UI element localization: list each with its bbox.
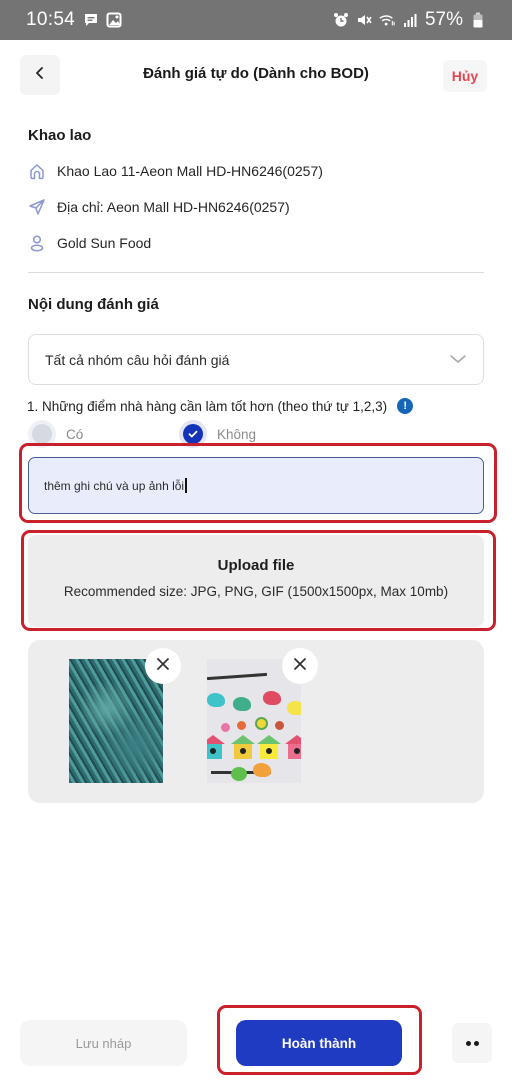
page-header: Đánh giá tự do (Dành cho BOD) Hủy [0,55,512,97]
close-icon [293,657,307,676]
store-name-row: Khao Lao 11-Aeon Mall HD-HN6246(0257) [27,161,323,181]
branch-shape [207,672,268,681]
birdhouse-shape [285,735,301,759]
home-icon [27,161,47,181]
radio-unchecked-icon[interactable] [32,424,52,444]
uploaded-images-gallery [28,640,484,803]
save-draft-button[interactable]: Lưu nháp [20,1020,187,1066]
flower-shape [275,721,284,730]
upload-file-area[interactable]: Upload file Recommended size: JPG, PNG, … [28,535,484,627]
note-input-value: thêm ghi chú và up ảnh lỗi [44,478,185,493]
question-group-value: Tất cả nhóm câu hỏi đánh giá [45,351,230,368]
store-name: Khao Lao 11-Aeon Mall HD-HN6246(0257) [57,163,323,179]
more-options-button[interactable] [452,1023,492,1063]
message-icon [83,12,99,28]
remove-image-button[interactable] [145,648,181,684]
question-1: 1. Những điểm nhà hàng cần làm tốt hơn (… [27,398,414,414]
upload-title: Upload file [217,557,295,574]
alarm-icon [333,12,349,28]
radio-label-yes: Có [66,426,84,442]
battery-icon [470,12,486,28]
store-company: Gold Sun Food [57,235,152,251]
radio-option-no[interactable]: Không [183,424,256,444]
signal-icon [402,12,418,28]
remove-image-button[interactable] [282,648,318,684]
note-input[interactable]: thêm ghi chú và up ảnh lỗi [28,457,484,514]
page-title: Đánh giá tự do (Dành cho BOD) [143,65,369,82]
more-dots-icon [465,1040,479,1046]
battery-percent: 57% [424,9,463,30]
bird-shape [263,691,281,705]
radio-option-yes[interactable]: Có [32,424,83,444]
complete-button[interactable]: Hoàn thành [236,1020,402,1066]
birdhouse-shape [257,735,281,759]
birdhouse-shape [207,735,225,759]
section-divider [28,272,484,273]
question-group-select[interactable]: Tất cả nhóm câu hỏi đánh giá [28,334,484,385]
send-location-icon [27,197,47,217]
status-time: 10:54 [26,9,76,30]
bird-shape [287,701,301,715]
close-icon [156,657,170,676]
flower-shape [221,723,230,732]
flower-shape [237,721,246,730]
cancel-button[interactable]: Hủy [443,60,487,92]
status-bar: 10:54 57% [0,0,512,40]
bird-shape [233,697,251,711]
question-text: 1. Những điểm nhà hàng cần làm tốt hơn (… [27,398,388,414]
radio-label-no: Không [217,426,257,442]
wifi-icon [379,12,395,28]
birdhouse-shape [231,735,255,759]
mute-icon [356,12,372,28]
bird-shape [207,693,225,707]
leaf-shape [231,767,247,781]
store-address-row: Địa chỉ: Aeon Mall HD-HN6246(0257) [27,197,290,217]
upload-subtitle: Recommended size: JPG, PNG, GIF (1500x15… [63,584,449,599]
flower-shape [257,719,266,728]
store-address: Địa chỉ: Aeon Mall HD-HN6246(0257) [57,199,290,215]
text-caret [185,478,188,493]
image-icon [106,12,122,28]
evaluation-section-title: Nội dung đánh giá [28,296,159,313]
chevron-down-icon [449,352,467,368]
store-company-row: Gold Sun Food [27,233,151,253]
footer-actions: Lưu nháp Hoàn thành [0,1015,512,1075]
bird-shape [253,763,271,777]
radio-checked-icon[interactable] [183,424,203,444]
info-icon[interactable]: ! [397,398,414,414]
user-icon [27,233,47,253]
store-title: Khao lao [28,127,92,144]
